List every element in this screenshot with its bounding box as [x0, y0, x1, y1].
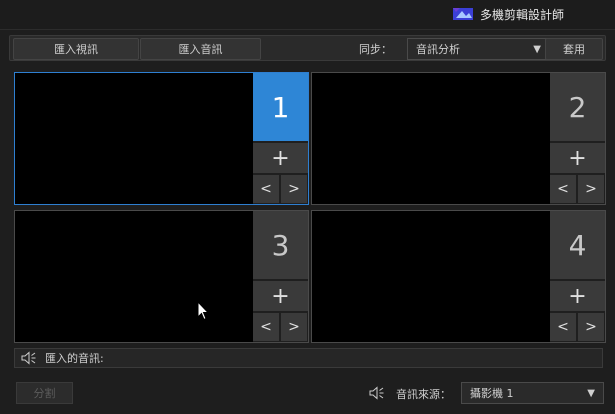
chevron-down-icon: ▼	[587, 388, 595, 399]
audio-source-label: 音訊來源：	[396, 388, 451, 401]
camera-controls: 4 + < >	[550, 211, 605, 342]
camera-controls: 2 + < >	[550, 73, 605, 204]
camera-preview[interactable]	[15, 211, 253, 342]
chevron-left-icon[interactable]: <	[550, 313, 576, 341]
camera-number[interactable]: 4	[550, 211, 605, 279]
imported-audio-label: 匯入的音訊:	[45, 352, 104, 365]
imported-audio-bar[interactable]: 匯入的音訊:	[14, 348, 603, 368]
add-camera-button[interactable]: +	[253, 143, 308, 173]
camera-controls: 3 + < >	[253, 211, 308, 342]
audio-source-select[interactable]: 攝影機 1 ▼	[461, 382, 604, 404]
bottom-bar: 分割 音訊來源： 攝影機 1 ▼	[0, 372, 615, 414]
app-title-text: 多機剪輯設計師	[480, 7, 565, 22]
camera-panel-4[interactable]: 4 + < >	[311, 210, 606, 343]
camera-preview[interactable]	[15, 73, 253, 204]
toolbar: 匯入視訊 匯入音訊 同步： 音訊分析 ▼ 套用	[9, 35, 606, 61]
split-button[interactable]: 分割	[16, 382, 73, 404]
camera-number[interactable]: 1	[253, 73, 308, 141]
camera-number[interactable]: 2	[550, 73, 605, 141]
chevron-left-icon[interactable]: <	[253, 313, 279, 341]
audio-source-value: 攝影機 1	[470, 387, 514, 400]
camera-preview[interactable]	[312, 73, 550, 204]
camera-number[interactable]: 3	[253, 211, 308, 279]
sync-method-select[interactable]: 音訊分析 ▼	[407, 38, 550, 60]
sync-method-value: 音訊分析	[416, 43, 460, 56]
camera-panel-1[interactable]: 1 + < >	[14, 72, 309, 205]
chevron-right-icon[interactable]: >	[578, 175, 604, 203]
camera-panel-3[interactable]: 3 + < >	[14, 210, 309, 343]
speaker-icon	[369, 386, 384, 400]
chevron-left-icon[interactable]: <	[253, 175, 279, 203]
chevron-right-icon[interactable]: >	[578, 313, 604, 341]
chevron-right-icon[interactable]: >	[281, 175, 307, 203]
apply-button[interactable]: 套用	[545, 38, 603, 60]
camera-preview[interactable]	[312, 211, 550, 342]
chevron-right-icon[interactable]: >	[281, 313, 307, 341]
mouse-cursor-icon	[197, 301, 209, 321]
sync-label: 同步：	[359, 43, 392, 56]
app-title: 多機剪輯設計師	[452, 5, 564, 23]
title-bar: 多機剪輯設計師	[0, 0, 615, 30]
import-audio-button[interactable]: 匯入音訊	[140, 38, 261, 60]
chevron-down-icon: ▼	[533, 44, 541, 55]
multicam-logo-icon	[453, 8, 473, 20]
add-camera-button[interactable]: +	[550, 281, 605, 311]
add-camera-button[interactable]: +	[253, 281, 308, 311]
add-camera-button[interactable]: +	[550, 143, 605, 173]
speaker-icon	[21, 351, 36, 365]
camera-panel-2[interactable]: 2 + < >	[311, 72, 606, 205]
chevron-left-icon[interactable]: <	[550, 175, 576, 203]
import-video-button[interactable]: 匯入視訊	[13, 38, 139, 60]
camera-controls: 1 + < >	[253, 73, 308, 204]
